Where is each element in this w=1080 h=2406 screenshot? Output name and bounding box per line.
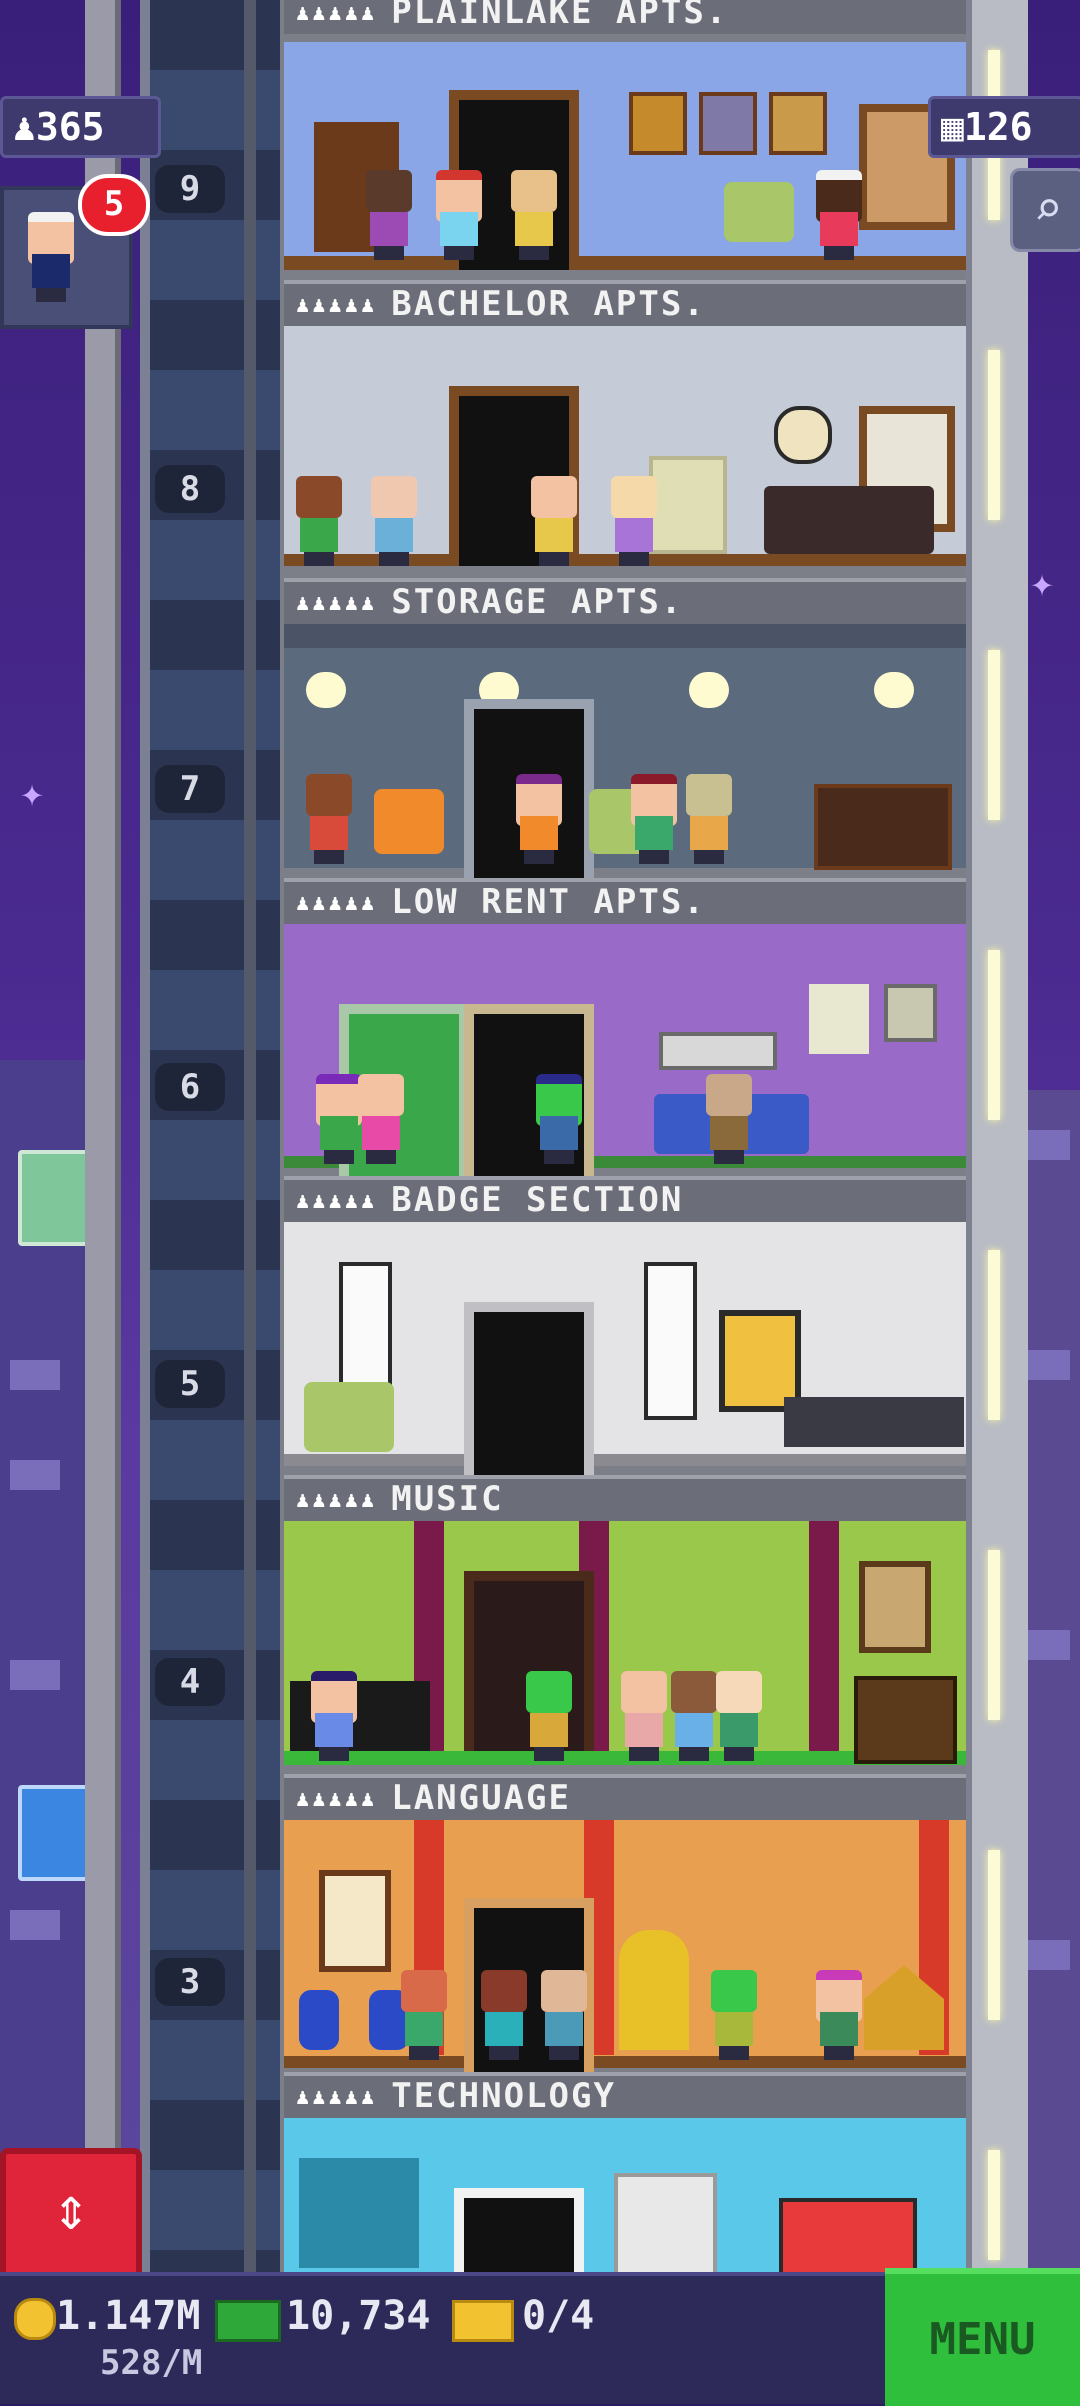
floors-counter: ▦126 xyxy=(928,96,1080,158)
star-icon: ✦ xyxy=(1030,560,1055,606)
floor-label-technology: ♟♟♟♟♟ TECHNOLOGY xyxy=(284,2072,966,2118)
floor-room-badge-section[interactable] xyxy=(284,1222,966,1482)
up-down-arrows-icon: ⇕ xyxy=(52,2174,90,2244)
room-door xyxy=(464,1302,594,1482)
tower-left-frame xyxy=(85,0,121,2280)
star-icon: ✦ xyxy=(20,770,45,816)
search-button[interactable]: ⌕ xyxy=(1010,168,1080,252)
notification-badge[interactable]: 5 xyxy=(78,174,150,236)
tower-light xyxy=(988,1850,1000,2020)
coins-value: 1.147M xyxy=(56,2293,201,2339)
floor-room-language[interactable] xyxy=(284,1820,966,2078)
tower-light xyxy=(988,350,1000,520)
tower-light xyxy=(988,1550,1000,1720)
population-counter: ♟365 xyxy=(0,96,161,158)
floor-room-storage[interactable] xyxy=(284,624,966,879)
coin-icon xyxy=(14,2298,56,2340)
tower-light xyxy=(988,2150,1000,2260)
floor-label-4: ♟♟♟♟♟ MUSIC xyxy=(284,1475,966,1521)
floor-label-8: ♟♟♟♟♟ BACHELOR APTS. xyxy=(284,280,966,326)
floor-room-music[interactable] xyxy=(284,1521,966,1765)
elevator-button[interactable]: ⇕ xyxy=(0,2148,142,2282)
floor-label-7: ♟♟♟♟♟ STORAGE APTS. xyxy=(284,578,966,624)
building-icon: ▦ xyxy=(941,105,964,149)
tower-light xyxy=(988,650,1000,820)
floor-room-bachelor[interactable] xyxy=(284,326,966,566)
floor-number-5: 5 xyxy=(155,1360,225,1408)
floor-room-plainlake[interactable] xyxy=(284,42,966,270)
floor-label-5: ♟♟♟♟♟ BADGE SECTION xyxy=(284,1176,966,1222)
floor-number-7: 7 xyxy=(155,765,225,813)
person-icon: ♟ xyxy=(13,105,36,149)
menu-button[interactable]: MENU xyxy=(885,2268,1080,2406)
floor-room-technology[interactable] xyxy=(284,2118,966,2368)
coins-rate: 528/M xyxy=(100,2343,203,2383)
floor-label-6: ♟♟♟♟♟ LOW RENT APTS. xyxy=(284,878,966,924)
tower-light xyxy=(988,1250,1000,1420)
floor-number-6: 6 xyxy=(155,1063,225,1111)
elevator-cable xyxy=(244,0,256,2280)
floor-room-low-rent[interactable] xyxy=(284,924,966,1184)
tower-light xyxy=(988,950,1000,1120)
floor-number-4: 4 xyxy=(155,1658,225,1706)
tickets-value: 0/4 xyxy=(522,2293,595,2339)
bux-value: 10,734 xyxy=(286,2293,431,2339)
search-icon: ⌕ xyxy=(1033,181,1063,237)
bux-icon xyxy=(215,2300,281,2342)
floor-label-9: ♟♟♟♟♟ PLAINLAKE APTS. xyxy=(284,0,966,34)
floor-number-9: 9 xyxy=(155,165,225,213)
floor-number-8: 8 xyxy=(155,465,225,513)
floor-label-3: ♟♟♟♟♟ LANGUAGE xyxy=(284,1774,966,1820)
floor-number-3: 3 xyxy=(155,1958,225,2006)
elevator-shaft[interactable] xyxy=(140,0,300,2280)
vip-ticket-icon xyxy=(452,2300,514,2342)
